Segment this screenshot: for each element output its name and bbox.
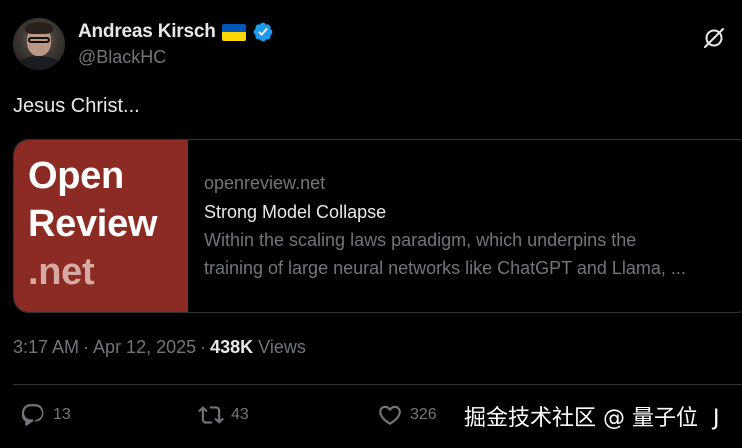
- meta-separator: ·: [83, 337, 90, 357]
- ukraine-flag-icon: [221, 23, 246, 41]
- repost-button[interactable]: 43: [198, 402, 249, 428]
- logo-line-net: .net: [28, 251, 95, 293]
- author-name-row: Andreas Kirsch: [78, 20, 274, 44]
- tweet-page: Andreas Kirsch @BlackHC Jesus Christ... …: [0, 0, 742, 448]
- like-icon: [379, 405, 401, 425]
- tweet-text: Jesus Christ...: [13, 95, 140, 117]
- like-button[interactable]: 326: [377, 402, 437, 428]
- repost-icon: [198, 406, 224, 424]
- watermark-trailing: J: [713, 406, 720, 431]
- verified-badge-icon[interactable]: [252, 21, 274, 43]
- views-count[interactable]: 438K: [210, 337, 253, 358]
- grok-icon[interactable]: [702, 26, 726, 50]
- tweet-time[interactable]: 3:17 AM: [13, 337, 79, 358]
- openreview-logo: Open Review .net: [14, 140, 188, 312]
- logo-line-open: Open: [28, 155, 124, 197]
- tweet-date[interactable]: Apr 12, 2025: [93, 337, 196, 358]
- card-body: openreview.net Strong Model Collapse Wit…: [188, 140, 686, 312]
- link-preview-card[interactable]: Open Review .net openreview.net Strong M…: [13, 139, 742, 313]
- like-count: 326: [410, 406, 437, 423]
- avatar[interactable]: [13, 18, 65, 70]
- card-domain: openreview.net: [204, 173, 326, 193]
- card-description-line2: training of large neural networks like C…: [204, 258, 686, 278]
- reply-icon: [21, 404, 44, 426]
- card-title: Strong Model Collapse: [204, 202, 387, 222]
- reply-count: 13: [53, 406, 71, 423]
- tweet-meta: 3:17 AM · Apr 12, 2025 · 438K Views: [13, 337, 306, 358]
- repost-count: 43: [231, 406, 249, 423]
- logo-line-review: Review: [28, 203, 158, 245]
- divider: [13, 384, 742, 385]
- watermark: 掘金技术社区 @ 量子位 J: [464, 400, 720, 432]
- author-name[interactable]: Andreas Kirsch: [78, 21, 216, 43]
- reply-button[interactable]: 13: [20, 402, 71, 428]
- card-description-line1: Within the scaling laws paradigm, which …: [204, 230, 637, 250]
- author-handle[interactable]: @BlackHC: [78, 47, 166, 68]
- meta-separator: ·: [200, 337, 207, 357]
- views-label: Views: [258, 337, 306, 357]
- watermark-text: 掘金技术社区 @ 量子位: [464, 406, 698, 431]
